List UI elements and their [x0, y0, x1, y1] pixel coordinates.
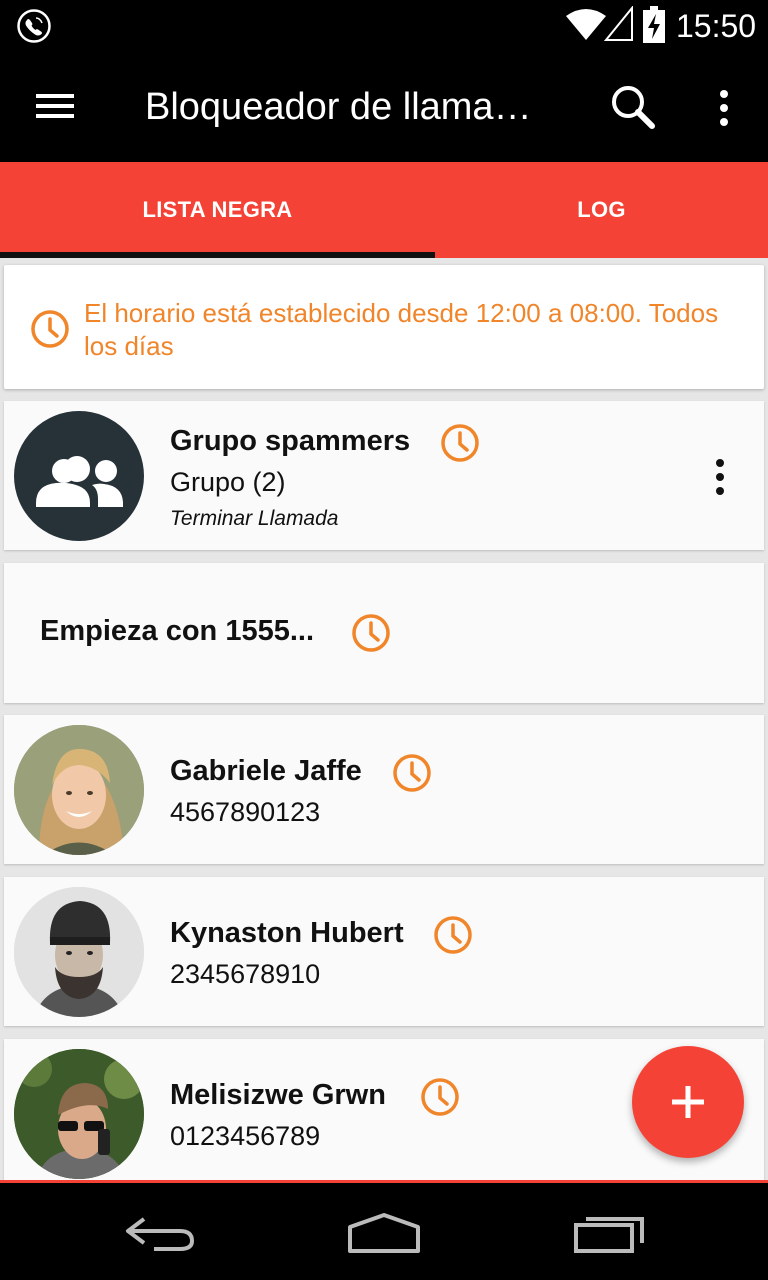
- app-bar: Bloqueador de llama…: [0, 52, 768, 162]
- app-title: Bloqueador de llama…: [145, 86, 532, 128]
- list-item-contact[interactable]: Gabriele Jaffe 4567890123: [4, 715, 764, 864]
- entry-name: Melisizwe Grwn: [170, 1079, 386, 1111]
- more-vert-icon[interactable]: [710, 457, 730, 497]
- tab-indicator: [0, 252, 435, 258]
- clock-icon: [441, 424, 479, 462]
- entry-phone: 4567890123: [170, 797, 321, 827]
- avatar: [14, 411, 144, 541]
- entry-name: Grupo spammers: [170, 425, 411, 457]
- entry-action: Terminar Llamada: [170, 507, 339, 530]
- search-icon[interactable]: [608, 82, 658, 132]
- home-icon[interactable]: [346, 1211, 422, 1255]
- entry-phone: 0123456789: [170, 1121, 321, 1151]
- tab-lista-negra[interactable]: LISTA NEGRA: [0, 162, 435, 258]
- entry-name: Empieza con 1555...: [40, 615, 315, 647]
- signal-icon: [604, 6, 633, 41]
- schedule-text: El horario está establecido desde 12:00 …: [84, 298, 719, 361]
- recents-icon[interactable]: [572, 1209, 648, 1255]
- system-nav-bar: [0, 1183, 768, 1280]
- contact-photo: [14, 725, 144, 855]
- clock-icon: [421, 1078, 459, 1116]
- back-icon[interactable]: [124, 1213, 196, 1253]
- wifi-icon: [566, 9, 606, 40]
- schedule-card[interactable]: El horario está establecido desde 12:00 …: [4, 265, 764, 389]
- entry-phone: 2345678910: [170, 959, 321, 989]
- tab-log[interactable]: LOG: [435, 162, 768, 258]
- clock-icon: [393, 754, 431, 792]
- group-icon: [36, 456, 123, 507]
- list-item-pattern[interactable]: Empieza con 1555...: [4, 563, 764, 703]
- entry-name: Kynaston Hubert: [170, 917, 404, 949]
- entry-subtitle: Grupo (2): [170, 467, 286, 497]
- avatar: [14, 887, 144, 1017]
- hamburger-menu-icon[interactable]: [36, 90, 76, 122]
- avatar: [14, 725, 144, 855]
- clock-icon: [434, 916, 472, 954]
- wifi-call-icon: [17, 9, 51, 43]
- entry-name: Gabriele Jaffe: [170, 755, 362, 787]
- tab-bar: LISTA NEGRA LOG: [0, 162, 768, 258]
- status-clock: 15:50: [676, 8, 757, 44]
- avatar: [14, 1049, 144, 1179]
- plus-icon: [672, 1086, 704, 1118]
- clock-icon: [31, 310, 69, 348]
- contact-photo: [14, 887, 144, 1017]
- list-item-contact[interactable]: Kynaston Hubert 2345678910: [4, 877, 764, 1026]
- battery-charging-icon: [643, 6, 665, 43]
- contact-photo: [14, 1049, 144, 1179]
- add-button[interactable]: [632, 1046, 744, 1158]
- status-bar: 15:50: [0, 0, 768, 52]
- list-item-group[interactable]: Grupo spammers Grupo (2) Terminar Llamad…: [4, 401, 764, 550]
- more-vert-icon[interactable]: [712, 88, 736, 128]
- clock-icon: [352, 614, 390, 652]
